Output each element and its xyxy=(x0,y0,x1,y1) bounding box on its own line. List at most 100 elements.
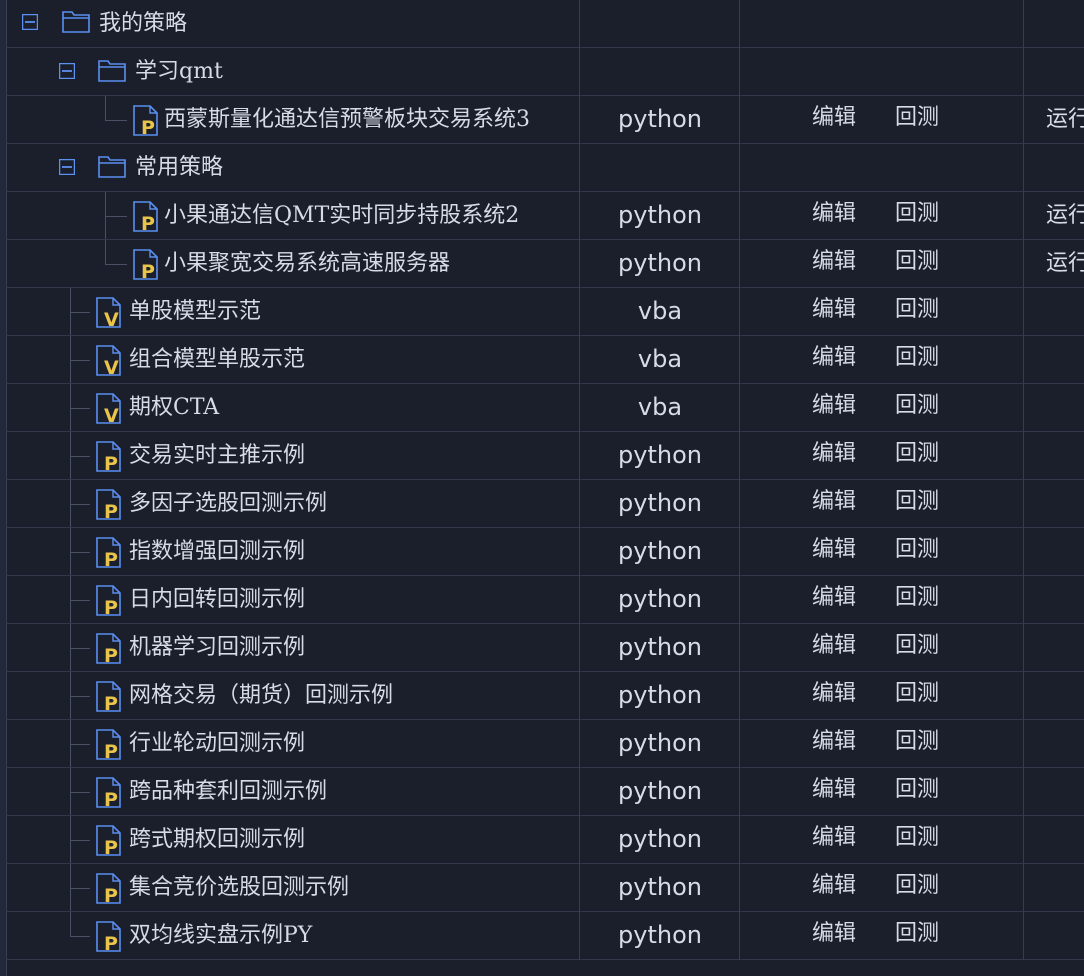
column-divider xyxy=(1023,336,1024,384)
strategy-row[interactable]: V 组合模型单股示范 vba 编辑 回测 xyxy=(6,336,1084,384)
tree-connector xyxy=(70,648,90,649)
column-divider xyxy=(1023,96,1024,144)
strategy-row[interactable]: P 跨品种套利回测示例 python 编辑 回测 xyxy=(6,768,1084,816)
edit-button[interactable]: 编辑 xyxy=(812,336,856,383)
edit-button[interactable]: 编辑 xyxy=(812,384,856,431)
edit-button[interactable]: 编辑 xyxy=(812,528,856,575)
strategy-name: 西蒙斯量化通达信预警板块交易系统3 xyxy=(164,107,530,132)
run-button[interactable]: 运行 xyxy=(1046,240,1084,287)
strategy-name: 交易实时主推示例 xyxy=(129,443,306,468)
strategy-row[interactable]: P 行业轮动回测示例 python 编辑 回测 xyxy=(6,720,1084,768)
backtest-button[interactable]: 回测 xyxy=(895,768,939,815)
edit-button[interactable]: 编辑 xyxy=(812,768,856,815)
edit-button[interactable]: 编辑 xyxy=(812,720,856,767)
strategy-row[interactable]: V 期权CTA vba 编辑 回测 xyxy=(6,384,1084,432)
strategy-name: 多因子选股回测示例 xyxy=(129,491,328,516)
run-button[interactable]: 运行 xyxy=(1046,96,1084,143)
strategy-name: 网格交易（期货）回测示例 xyxy=(129,683,394,708)
backtest-button[interactable]: 回测 xyxy=(895,528,939,575)
edit-button[interactable]: 编辑 xyxy=(812,816,856,863)
tree-folder-row-common[interactable]: 常用策略 xyxy=(6,144,1084,192)
strategy-row[interactable]: P 日内回转回测示例 python 编辑 回测 xyxy=(6,576,1084,624)
svg-text:P: P xyxy=(104,933,118,953)
folder-icon xyxy=(98,156,126,178)
strategy-name: 期权CTA xyxy=(129,395,220,420)
backtest-button[interactable]: 回测 xyxy=(895,432,939,479)
backtest-button[interactable]: 回测 xyxy=(895,288,939,335)
strategy-row[interactable]: P 集合竞价选股回测示例 python 编辑 回测 xyxy=(6,864,1084,912)
edit-button[interactable]: 编辑 xyxy=(812,864,856,911)
svg-text:P: P xyxy=(104,741,118,761)
strategy-name: 小果通达信QMT实时同步持股系统2 xyxy=(164,203,520,228)
column-divider xyxy=(1023,528,1024,576)
strategy-language: vba xyxy=(637,345,683,373)
backtest-button[interactable]: 回测 xyxy=(895,576,939,623)
strategy-row[interactable]: P 小果聚宽交易系统高速服务器 python 编辑 回测 运行 xyxy=(6,240,1084,288)
backtest-button[interactable]: 回测 xyxy=(895,816,939,863)
column-divider xyxy=(1023,144,1024,192)
backtest-button[interactable]: 回测 xyxy=(895,624,939,671)
backtest-button[interactable]: 回测 xyxy=(895,672,939,719)
svg-text:P: P xyxy=(141,213,155,233)
svg-text:P: P xyxy=(104,549,118,569)
edit-button[interactable]: 编辑 xyxy=(812,240,856,287)
strategy-language: python xyxy=(618,729,702,757)
strategy-language: python xyxy=(618,489,702,517)
strategy-row[interactable]: P 跨式期权回测示例 python 编辑 回测 xyxy=(6,816,1084,864)
backtest-button[interactable]: 回测 xyxy=(895,336,939,383)
edit-button[interactable]: 编辑 xyxy=(812,624,856,671)
column-divider xyxy=(1023,912,1024,960)
tree-connector xyxy=(70,912,71,936)
tree-connector xyxy=(70,792,90,793)
strategy-name: 日内回转回测示例 xyxy=(129,587,306,612)
backtest-button[interactable]: 回测 xyxy=(895,384,939,431)
backtest-button[interactable]: 回测 xyxy=(895,96,939,143)
svg-text:P: P xyxy=(141,117,155,137)
tree-connector xyxy=(70,888,90,889)
edit-button[interactable]: 编辑 xyxy=(812,480,856,527)
run-button[interactable]: 运行 xyxy=(1046,192,1084,239)
python-file-icon: P xyxy=(96,729,121,761)
column-divider xyxy=(1023,48,1024,96)
strategy-name: 双均线实盘示例PY xyxy=(129,923,313,948)
backtest-button[interactable]: 回测 xyxy=(895,192,939,239)
collapse-toggle-icon[interactable] xyxy=(22,14,38,30)
backtest-button[interactable]: 回测 xyxy=(895,480,939,527)
strategy-row[interactable]: P 双均线实盘示例PY python 编辑 回测 xyxy=(6,912,1084,960)
tree-folder-row-learn[interactable]: 学习qmt xyxy=(6,48,1084,96)
edit-button[interactable]: 编辑 xyxy=(812,576,856,623)
python-file-icon: P xyxy=(96,633,121,665)
collapse-toggle-icon[interactable] xyxy=(59,63,75,79)
edit-button[interactable]: 编辑 xyxy=(812,672,856,719)
folder-icon xyxy=(98,60,126,82)
tree-folder-row-root[interactable]: 我的策略 xyxy=(6,0,1084,48)
tree-connector xyxy=(70,744,90,745)
strategy-row[interactable]: P 网格交易（期货）回测示例 python 编辑 回测 xyxy=(6,672,1084,720)
edit-button[interactable]: 编辑 xyxy=(812,96,856,143)
backtest-button[interactable]: 回测 xyxy=(895,864,939,911)
vba-file-icon: V xyxy=(96,393,121,425)
svg-text:P: P xyxy=(104,597,118,617)
edit-button[interactable]: 编辑 xyxy=(812,432,856,479)
folder-icon xyxy=(62,11,90,33)
strategy-row[interactable]: P 指数增强回测示例 python 编辑 回测 xyxy=(6,528,1084,576)
strategy-row[interactable]: P 小果通达信QMT实时同步持股系统2 python 编辑 回测 运行 xyxy=(6,192,1084,240)
collapse-toggle-icon[interactable] xyxy=(59,159,75,175)
strategy-row[interactable]: P 机器学习回测示例 python 编辑 回测 xyxy=(6,624,1084,672)
tree-connector xyxy=(70,696,90,697)
edit-button[interactable]: 编辑 xyxy=(812,912,856,959)
edit-button[interactable]: 编辑 xyxy=(812,288,856,335)
strategy-language: vba xyxy=(637,297,683,325)
backtest-button[interactable]: 回测 xyxy=(895,720,939,767)
backtest-button[interactable]: 回测 xyxy=(895,912,939,959)
strategy-row[interactable]: V 单股模型示范 vba 编辑 回测 xyxy=(6,288,1084,336)
strategy-row[interactable]: P 交易实时主推示例 python 编辑 回测 xyxy=(6,432,1084,480)
python-file-icon: P xyxy=(96,873,121,905)
strategy-row[interactable]: P 西蒙斯量化通达信预警板块交易系统3 python 编辑 回测 运行 xyxy=(6,96,1084,144)
edit-button[interactable]: 编辑 xyxy=(812,192,856,239)
backtest-button[interactable]: 回测 xyxy=(895,240,939,287)
column-divider xyxy=(1023,768,1024,816)
tree-connector xyxy=(70,600,90,601)
strategy-row[interactable]: P 多因子选股回测示例 python 编辑 回测 xyxy=(6,480,1084,528)
column-divider xyxy=(1023,240,1024,288)
